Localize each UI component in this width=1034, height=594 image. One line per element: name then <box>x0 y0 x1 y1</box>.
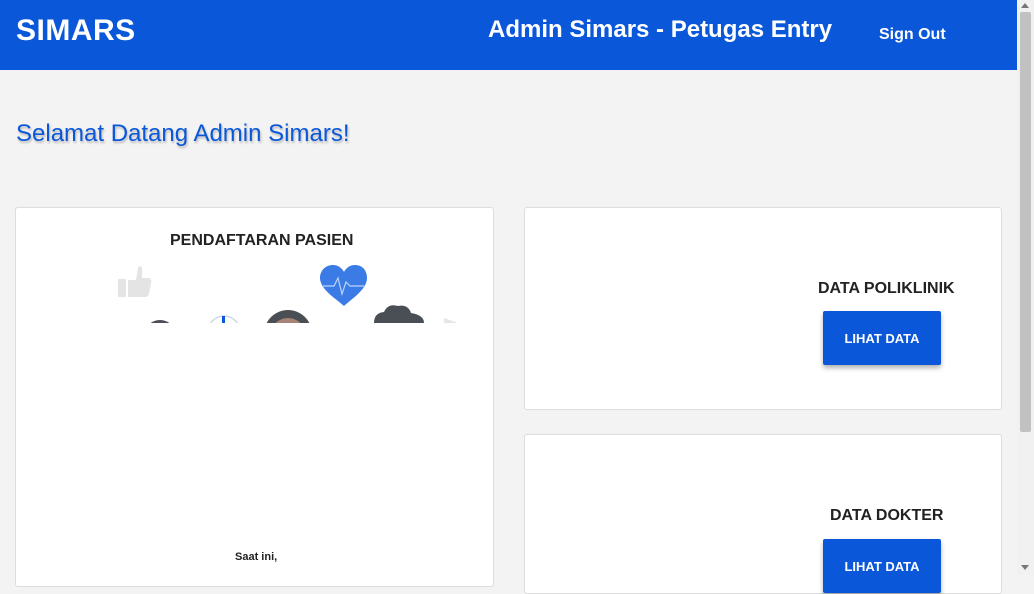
card-title: DATA POLIKLINIK <box>818 280 955 297</box>
card-title: PENDAFTARAN PASIEN <box>170 232 354 249</box>
navbar: SIMARS Admin Simars - Petugas Entry Sign… <box>0 0 1017 70</box>
welcome-heading: Selamat Datang Admin Simars! <box>16 120 350 147</box>
sign-out-link[interactable]: Sign Out <box>879 26 946 44</box>
cloud-icon <box>374 305 424 323</box>
card-pendaftaran-pasien: PENDAFTARAN PASIEN Saat ini, <box>15 207 494 587</box>
lihat-data-dokter-button[interactable]: LIHAT DATA <box>823 539 941 593</box>
card-title: DATA DOKTER <box>830 507 944 524</box>
scroll-up-icon[interactable] <box>1021 3 1029 8</box>
illustration <box>106 258 456 323</box>
card-data-poliklinik: DATA POLIKLINIK LIHAT DATA <box>524 207 1002 410</box>
scroll-down-icon[interactable] <box>1021 565 1029 570</box>
page-title: Admin Simars - Petugas Entry <box>488 16 833 43</box>
heart-pulse-icon <box>320 265 367 306</box>
card-data-dokter: DATA DOKTER LIHAT DATA <box>524 434 1002 594</box>
lihat-data-poliklinik-button[interactable]: LIHAT DATA <box>823 311 941 365</box>
avatar-icon <box>150 320 170 323</box>
thumbs-up-icon <box>118 266 152 297</box>
scrollbar-thumb[interactable] <box>1020 12 1031 432</box>
pasien-caption: Saat ini, <box>235 551 278 563</box>
brand-logo[interactable]: SIMARS <box>16 14 136 48</box>
